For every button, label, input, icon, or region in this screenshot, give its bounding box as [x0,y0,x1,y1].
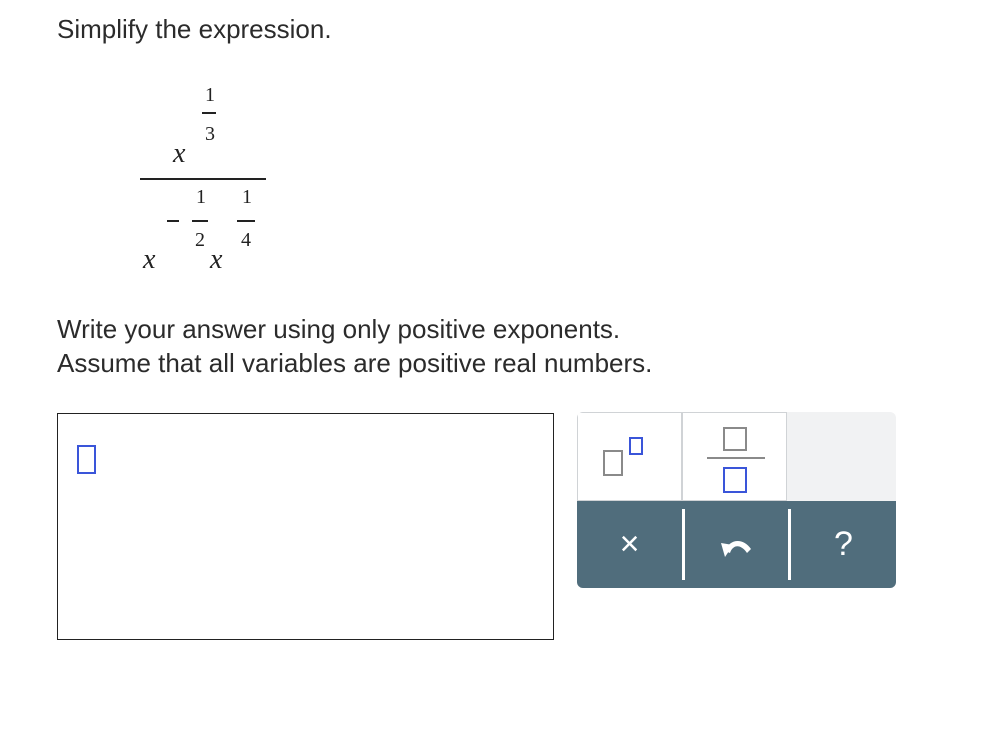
fraction-button[interactable] [682,412,787,501]
numerator-exponent-numerator: 1 [205,84,215,106]
denominator-exponent2-denominator: 4 [241,229,251,251]
undo-icon [720,540,751,557]
help-icon: ? [834,525,853,563]
question-title: Simplify the expression. [57,14,332,44]
undo-button[interactable] [685,501,788,588]
help-button[interactable]: ? [791,501,896,588]
main-fraction-bar [140,178,266,180]
clear-button[interactable]: × [577,501,682,588]
denominator-exponent2-bar [237,220,255,222]
clear-icon: × [619,525,640,563]
numerator-exponent-bar [202,112,216,114]
answer-input[interactable] [57,413,554,640]
numerator-exponent-denominator: 3 [205,123,215,145]
superscript-button[interactable] [577,412,682,501]
denominator-exponent1-numerator: 1 [196,186,206,208]
input-cursor-placeholder [77,445,96,474]
numerator-base: x [173,138,186,169]
denominator-exponent1-denominator: 2 [195,229,205,251]
denominator-exponent2-numerator: 1 [242,186,252,208]
palette-toolbar: × ? [577,501,896,588]
instructions: Write your answer using only positive ex… [57,312,652,380]
math-palette: × ? [577,412,896,588]
denominator-exponent1-bar [192,220,208,222]
denominator-exponent1-minus [167,220,179,222]
denominator-base1: x [143,244,156,275]
instructions-line-1: Write your answer using only positive ex… [57,314,621,344]
denominator-base2: x [210,244,223,275]
instructions-line-2: Assume that all variables are positive r… [57,348,653,378]
